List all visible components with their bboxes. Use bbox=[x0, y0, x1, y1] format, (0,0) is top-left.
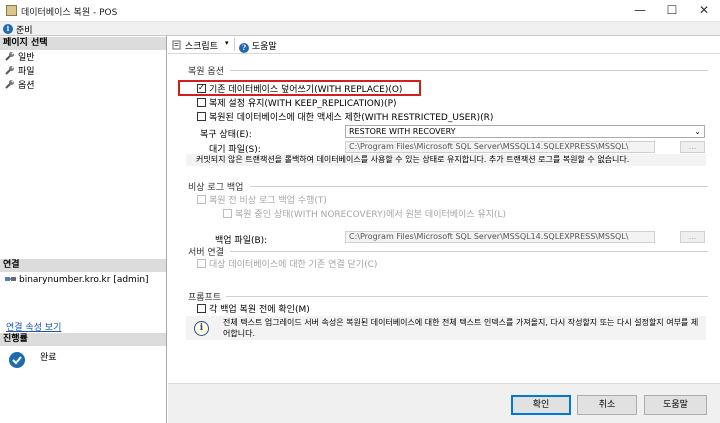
wrench-icon bbox=[5, 66, 14, 75]
toolbar: 스크립트 ▾ ? 도움말 bbox=[168, 36, 720, 54]
close-button[interactable]: ✕ bbox=[688, 0, 720, 22]
page-item-general[interactable]: 일반 bbox=[5, 51, 35, 63]
backup-file-field[interactable]: C:\Program Files\Microsoft SQL Server\MS… bbox=[345, 231, 655, 243]
cancel-button[interactable]: 취소 bbox=[577, 395, 637, 415]
script-dropdown-icon[interactable]: ▾ bbox=[225, 39, 229, 47]
script-label: 스크립트 bbox=[184, 42, 218, 52]
chevron-down-icon: ⌄ bbox=[694, 127, 701, 136]
options-page: 복원 옵션 기존 데이터베이스 덮어쓰기(WITH REPLACE)(O) 복제… bbox=[168, 54, 720, 383]
info-icon: i bbox=[3, 24, 13, 34]
standby-file-browse-button[interactable]: ... bbox=[680, 141, 705, 153]
help-icon: ? bbox=[239, 43, 249, 53]
status-bar: i 준비 bbox=[0, 22, 720, 36]
select-page-header: 페이지 선택 bbox=[0, 37, 166, 50]
connection-text: binarynumber.kro.kr [admin] bbox=[19, 275, 149, 285]
page-item-options[interactable]: 옵션 bbox=[5, 79, 35, 91]
recovery-note: 커밋되지 않은 트랜잭션을 롤백하여 데이터베이스를 사용할 수 있는 상태로 … bbox=[186, 154, 706, 166]
group-divider bbox=[226, 296, 708, 297]
app-icon bbox=[6, 5, 17, 16]
restricted-user-label: 복원된 데이터베이스에 대한 액세스 제한(WITH RESTRICTED_US… bbox=[209, 113, 494, 123]
minimize-button[interactable]: — bbox=[624, 0, 656, 22]
group-divider bbox=[230, 251, 708, 252]
recovery-state-select[interactable]: RESTORE WITH RECOVERY ⌄ bbox=[345, 125, 705, 138]
title-bar: 데이터베이스 복원 - POS — ☐ ✕ bbox=[0, 0, 720, 22]
overwrite-label: 기존 데이터베이스 덮어쓰기(WITH REPLACE)(O) bbox=[209, 85, 403, 95]
group-divider bbox=[250, 186, 708, 187]
done-check-icon bbox=[9, 352, 25, 368]
progress-header: 진행률 bbox=[0, 333, 166, 346]
page-label: 파일 bbox=[18, 67, 35, 77]
prompt-before-label: 각 백업 복원 전에 확인(M) bbox=[209, 305, 310, 315]
window-title: 데이터베이스 복원 - POS bbox=[21, 8, 118, 18]
left-pane: 페이지 선택 일반 파일 옵션 연결 binarynumber.kro.kr [… bbox=[0, 36, 167, 423]
recovery-state-value: RESTORE WITH RECOVERY bbox=[349, 127, 456, 136]
info-icon: i bbox=[194, 321, 209, 336]
restricted-user-checkbox[interactable] bbox=[197, 112, 206, 121]
ok-button[interactable]: 확인 bbox=[511, 395, 571, 415]
standby-file-field[interactable]: C:\Program Files\Microsoft SQL Server\MS… bbox=[345, 141, 655, 153]
fulltext-info-panel: i 전체 텍스트 업그레이드 서버 속성은 복원된 데이터베이스에 대한 전체 … bbox=[186, 316, 706, 340]
prompt-before-checkbox[interactable] bbox=[197, 304, 206, 313]
norecovery-label: 복원 중인 상태(WITH NORECOVERY)에서 원본 데이터베이스 유지… bbox=[235, 210, 507, 220]
toolbar-separator bbox=[234, 38, 235, 51]
restore-options-group-label: 복원 옵션 bbox=[188, 67, 224, 77]
script-icon bbox=[172, 40, 181, 50]
overwrite-checkbox[interactable] bbox=[197, 83, 206, 93]
close-connections-checkbox[interactable] bbox=[197, 259, 206, 268]
tail-log-label: 복원 전 비상 로그 백업 수행(T) bbox=[209, 196, 327, 206]
backup-file-browse-button[interactable]: ... bbox=[680, 231, 705, 243]
help-button[interactable]: 도움말 bbox=[644, 395, 707, 415]
recovery-state-label: 복구 상태(E): bbox=[200, 130, 252, 140]
fulltext-info-text: 전체 텍스트 업그레이드 서버 속성은 복원된 데이터베이스에 대한 전체 텍스… bbox=[223, 318, 699, 338]
page-label: 옵션 bbox=[18, 81, 35, 91]
close-connections-label: 대상 데이터베이스에 대한 기존 연결 닫기(C) bbox=[209, 260, 378, 270]
group-divider bbox=[230, 70, 708, 71]
connection-item: binarynumber.kro.kr [admin] bbox=[5, 274, 149, 285]
tail-log-checkbox[interactable] bbox=[197, 195, 206, 204]
norecovery-checkbox[interactable] bbox=[223, 209, 232, 218]
script-button[interactable]: 스크립트 bbox=[172, 39, 228, 52]
dialog-button-bar: 확인 취소 도움말 bbox=[168, 383, 720, 423]
page-label: 일반 bbox=[18, 53, 35, 63]
connection-header: 연결 bbox=[0, 259, 166, 272]
connection-icon bbox=[5, 277, 16, 281]
status-text: 준비 bbox=[16, 26, 33, 36]
wrench-icon bbox=[5, 52, 14, 61]
keep-replication-label: 복제 설정 유지(WITH KEEP_REPLICATION)(P) bbox=[209, 99, 397, 109]
help-toolbar-label: 도움말 bbox=[251, 42, 277, 52]
keep-replication-checkbox[interactable] bbox=[197, 98, 206, 107]
tail-log-group-label: 비상 로그 백업 bbox=[188, 183, 244, 193]
page-item-files[interactable]: 파일 bbox=[5, 65, 35, 77]
wrench-icon bbox=[5, 80, 14, 89]
view-connection-properties-link[interactable]: 연결 속성 보기 bbox=[6, 320, 61, 333]
maximize-button[interactable]: ☐ bbox=[656, 0, 688, 22]
progress-text: 완료 bbox=[40, 353, 57, 363]
help-toolbar-button[interactable]: ? 도움말 bbox=[239, 39, 277, 53]
